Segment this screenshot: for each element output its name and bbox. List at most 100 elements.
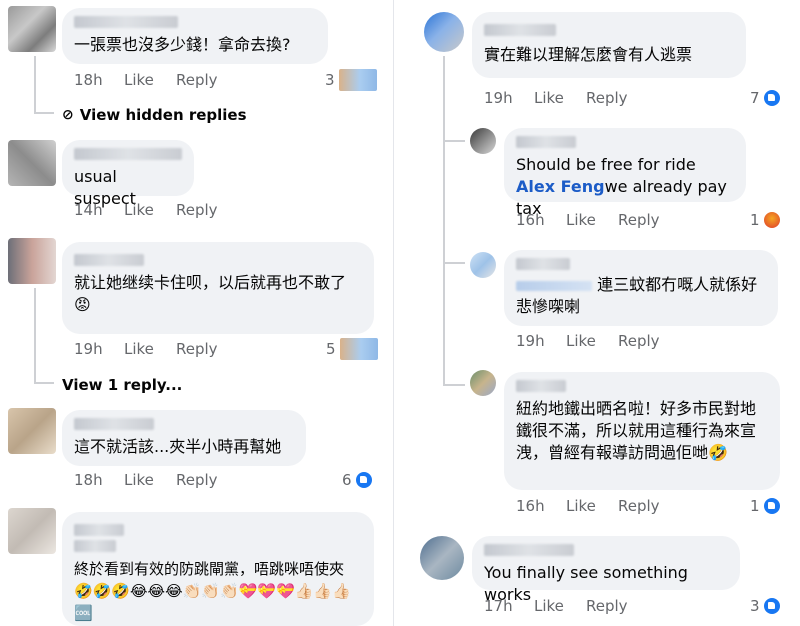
- like-button[interactable]: Like: [566, 332, 618, 350]
- thread-line: [34, 56, 36, 114]
- comment-text: 這不就活該...夾半小時再幫她: [74, 437, 282, 456]
- reply-button[interactable]: Reply: [176, 340, 236, 358]
- reaction-number: 7: [750, 89, 760, 107]
- reaction-number: 1: [750, 211, 760, 229]
- like-button[interactable]: Like: [566, 211, 618, 229]
- avatar[interactable]: [8, 508, 56, 554]
- reply-button[interactable]: Reply: [176, 71, 236, 89]
- like-button[interactable]: Like: [124, 71, 176, 89]
- like-button[interactable]: Like: [566, 497, 618, 515]
- view-one-reply-label: View 1 reply...: [62, 376, 183, 394]
- thread-line: [443, 56, 445, 386]
- thread-line: [443, 140, 465, 142]
- timestamp[interactable]: 18h: [74, 71, 124, 89]
- comment-bubble: 就让她继续卡住呗，以后就再也不敢了😡: [62, 242, 374, 334]
- comment-bubble: usual suspect: [62, 140, 194, 208]
- thread-line: [443, 384, 465, 386]
- reaction-number: 3: [750, 597, 760, 615]
- comment-text: 終於看到有效的防跳閘黨，唔跳咪唔使夾🤣🤣🤣😂😂😂👏🏻👏🏻👏🏻💝💝💝👍🏻👍🏻👍🏻🆒: [74, 560, 351, 622]
- avatar[interactable]: [8, 238, 56, 284]
- reaction-count[interactable]: 5: [326, 338, 378, 360]
- redacted-mention[interactable]: [516, 280, 592, 291]
- avatar[interactable]: [8, 408, 56, 454]
- redacted-author-name[interactable]: [484, 24, 556, 36]
- reaction-number: 5: [326, 340, 336, 358]
- timestamp[interactable]: 16h: [516, 497, 566, 515]
- reply-button[interactable]: Reply: [176, 201, 236, 219]
- comment-actions: 19h Like Reply: [516, 332, 678, 350]
- like-button[interactable]: Like: [124, 201, 176, 219]
- comment-bubble: 連三蚊都冇嘅人就係好悲慘㗎喇: [504, 250, 778, 326]
- like-button[interactable]: Like: [124, 340, 176, 358]
- reply-button[interactable]: Reply: [618, 497, 678, 515]
- reaction-count[interactable]: 3: [750, 597, 780, 615]
- view-hidden-replies-link[interactable]: ⊘ View hidden replies: [62, 106, 247, 124]
- redacted-author-name[interactable]: [516, 380, 566, 392]
- redacted-author-name[interactable]: [74, 16, 178, 28]
- redacted-author-name[interactable]: [516, 136, 576, 148]
- redacted-author-name[interactable]: [516, 258, 570, 270]
- redacted-author-name[interactable]: [74, 148, 182, 160]
- redacted-author-name[interactable]: [74, 524, 124, 536]
- reaction-number: 3: [325, 71, 335, 89]
- timestamp[interactable]: 19h: [516, 332, 566, 350]
- avatar[interactable]: [470, 370, 496, 396]
- redacted-author-name[interactable]: [484, 544, 574, 556]
- timestamp[interactable]: 14h: [74, 201, 124, 219]
- reaction-count[interactable]: 3: [325, 69, 377, 91]
- comment-bubble: 一張票也沒多少錢！拿命去換?: [62, 8, 328, 64]
- like-reaction-icon: [355, 472, 372, 488]
- comment-bubble: 這不就活該...夾半小時再幫她: [62, 410, 306, 466]
- angry-reaction-icon: [763, 212, 780, 228]
- comment-text: 就让她继续卡住呗，以后就再也不敢了😡: [74, 273, 347, 314]
- avatar[interactable]: [8, 140, 56, 186]
- thread-line: [34, 288, 36, 384]
- redacted-author-name[interactable]: [74, 254, 144, 266]
- redacted-author-name[interactable]: [74, 418, 154, 430]
- reply-button[interactable]: Reply: [618, 211, 678, 229]
- avatar[interactable]: [470, 128, 496, 154]
- like-button[interactable]: Like: [534, 89, 586, 107]
- avatar[interactable]: [8, 6, 56, 52]
- view-hidden-replies-label: View hidden replies: [79, 106, 247, 124]
- comment-actions: 19h Like Reply: [484, 89, 646, 107]
- timestamp[interactable]: 18h: [74, 471, 124, 489]
- comment-bubble: You finally see something works: [472, 536, 740, 604]
- reply-button[interactable]: Reply: [586, 597, 646, 615]
- eye-slash-icon: ⊘: [62, 107, 74, 123]
- reaction-count[interactable]: 1: [750, 497, 780, 515]
- avatar[interactable]: [420, 536, 464, 580]
- like-button[interactable]: Like: [534, 597, 586, 615]
- comment-text: 實在難以理解怎麼會有人逃票: [484, 45, 693, 64]
- like-button[interactable]: Like: [124, 471, 176, 489]
- reaction-thumbnail: [339, 338, 378, 360]
- view-one-reply-link[interactable]: View 1 reply...: [62, 376, 182, 394]
- comment-actions: 17h Like Reply: [484, 597, 646, 615]
- reply-button[interactable]: Reply: [618, 332, 678, 350]
- mention-link[interactable]: Alex Feng: [516, 177, 605, 196]
- reaction-count[interactable]: 1: [750, 211, 780, 229]
- reaction-count[interactable]: 6: [342, 471, 372, 489]
- redacted-author-name: [74, 540, 116, 552]
- timestamp[interactable]: 17h: [484, 597, 534, 615]
- like-reaction-icon: [763, 598, 780, 614]
- comment-actions: 14h Like Reply: [74, 201, 236, 219]
- timestamp[interactable]: 16h: [516, 211, 566, 229]
- reply-button[interactable]: Reply: [586, 89, 646, 107]
- reaction-number: 1: [750, 497, 760, 515]
- avatar[interactable]: [470, 252, 496, 278]
- timestamp[interactable]: 19h: [484, 89, 534, 107]
- comment-bubble: 終於看到有效的防跳閘黨，唔跳咪唔使夾🤣🤣🤣😂😂😂👏🏻👏🏻👏🏻💝💝💝👍🏻👍🏻👍🏻🆒: [62, 512, 374, 626]
- thread-line: [34, 382, 54, 384]
- thread-line: [34, 112, 54, 114]
- timestamp[interactable]: 19h: [74, 340, 124, 358]
- reaction-count[interactable]: 7: [750, 89, 780, 107]
- avatar[interactable]: [424, 12, 464, 52]
- comment-text: 連三蚊都冇嘅人就係好悲慘㗎喇: [516, 274, 766, 318]
- comment-actions: 16h Like Reply: [516, 211, 678, 229]
- comment-actions: 19h Like Reply: [74, 340, 236, 358]
- reply-button[interactable]: Reply: [176, 471, 236, 489]
- reaction-number: 6: [342, 471, 352, 489]
- like-reaction-icon: [763, 498, 780, 514]
- comment-bubble: 實在難以理解怎麼會有人逃票: [472, 12, 746, 78]
